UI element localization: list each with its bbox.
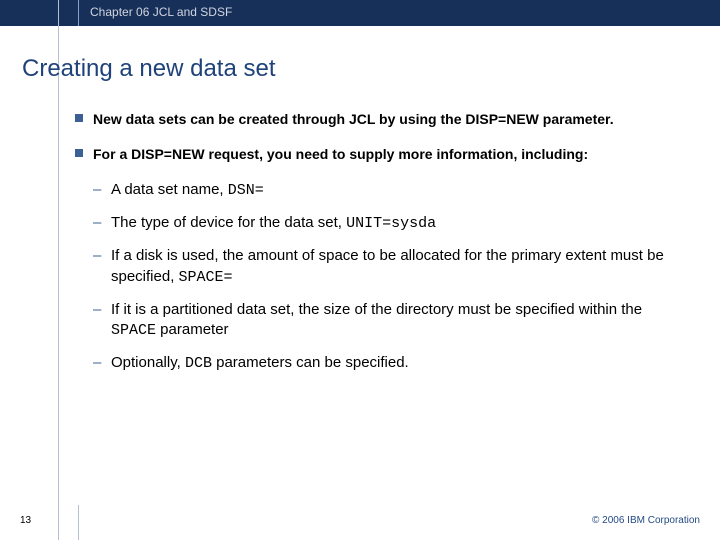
bullet-supply-info: For a DISP=NEW request, you need to supp… bbox=[75, 145, 665, 164]
chapter-label: Chapter 06 JCL and SDSF bbox=[90, 5, 232, 19]
sub-text-post: parameter bbox=[156, 321, 229, 338]
sub-text-pre: If it is a partitioned data set, the siz… bbox=[111, 301, 642, 318]
sub-text-pre: Optionally, bbox=[111, 354, 185, 371]
bullet-text: New data sets can be created through JCL… bbox=[93, 111, 614, 127]
sub-pds-directory: – If it is a partitioned data set, the s… bbox=[93, 300, 665, 342]
page-number: 13 bbox=[20, 515, 31, 526]
bullet-disp-new: New data sets can be created through JCL… bbox=[75, 110, 665, 129]
sub-code: DSN= bbox=[228, 182, 264, 199]
slide: Chapter 06 JCL and SDSF Creating a new d… bbox=[0, 0, 720, 540]
sub-code: DCB bbox=[185, 355, 212, 372]
sub-code: SPACE bbox=[111, 322, 156, 339]
vertical-rule-footer bbox=[78, 505, 79, 540]
content-area: New data sets can be created through JCL… bbox=[75, 110, 665, 387]
vertical-rule-header bbox=[78, 0, 79, 26]
sub-text-post: parameters can be specified. bbox=[212, 354, 409, 371]
dash-icon: – bbox=[93, 353, 101, 373]
bullet-text: For a DISP=NEW request, you need to supp… bbox=[93, 146, 588, 162]
dash-icon: – bbox=[93, 213, 101, 233]
dash-icon: – bbox=[93, 300, 101, 320]
sub-space: – If a disk is used, the amount of space… bbox=[93, 246, 665, 288]
sub-code: SPACE= bbox=[179, 269, 233, 286]
sub-unit: – The type of device for the data set, U… bbox=[93, 213, 665, 234]
page-title: Creating a new data set bbox=[22, 55, 276, 83]
sub-code: UNIT=sysda bbox=[346, 215, 436, 232]
dash-icon: – bbox=[93, 246, 101, 266]
sub-dsn: – A data set name, DSN= bbox=[93, 180, 665, 201]
sub-text-pre: A data set name, bbox=[111, 181, 228, 198]
dash-icon: – bbox=[93, 180, 101, 200]
sub-text-pre: The type of device for the data set, bbox=[111, 214, 346, 231]
copyright-text: © 2006 IBM Corporation bbox=[592, 515, 700, 526]
sub-dcb: – Optionally, DCB parameters can be spec… bbox=[93, 353, 665, 374]
